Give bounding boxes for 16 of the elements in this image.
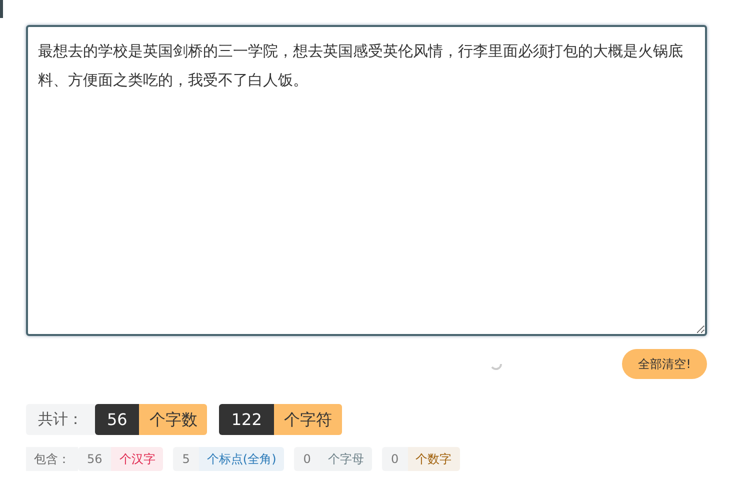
count-unit: 个数字 — [408, 447, 460, 471]
count-unit: 个汉字 — [111, 447, 164, 471]
count-unit: 个字母 — [320, 447, 372, 471]
count-value: 56 — [95, 404, 140, 435]
clear-all-button[interactable]: 全部清空! — [622, 349, 707, 379]
count-value: 0 — [294, 447, 320, 471]
count-value: 56 — [78, 447, 112, 471]
text-input-field[interactable]: 最想去的学校是英国剑桥的三一学院，想去英国感受英伦风情，行李里面必须打包的大概是火锅底料、方便面之类吃的，我受不了白人饭。 — [26, 25, 707, 336]
count-value: 122 — [219, 404, 274, 435]
breakdown-label: 包含： — [26, 447, 78, 471]
count-unit: 个标点(全角) — [198, 447, 284, 471]
count-unit: 个字数 — [139, 404, 208, 435]
count-value: 0 — [382, 447, 408, 471]
count-value: 5 — [173, 447, 199, 471]
count-unit: 个字符 — [274, 404, 342, 435]
total-label: 共计： — [26, 404, 95, 435]
